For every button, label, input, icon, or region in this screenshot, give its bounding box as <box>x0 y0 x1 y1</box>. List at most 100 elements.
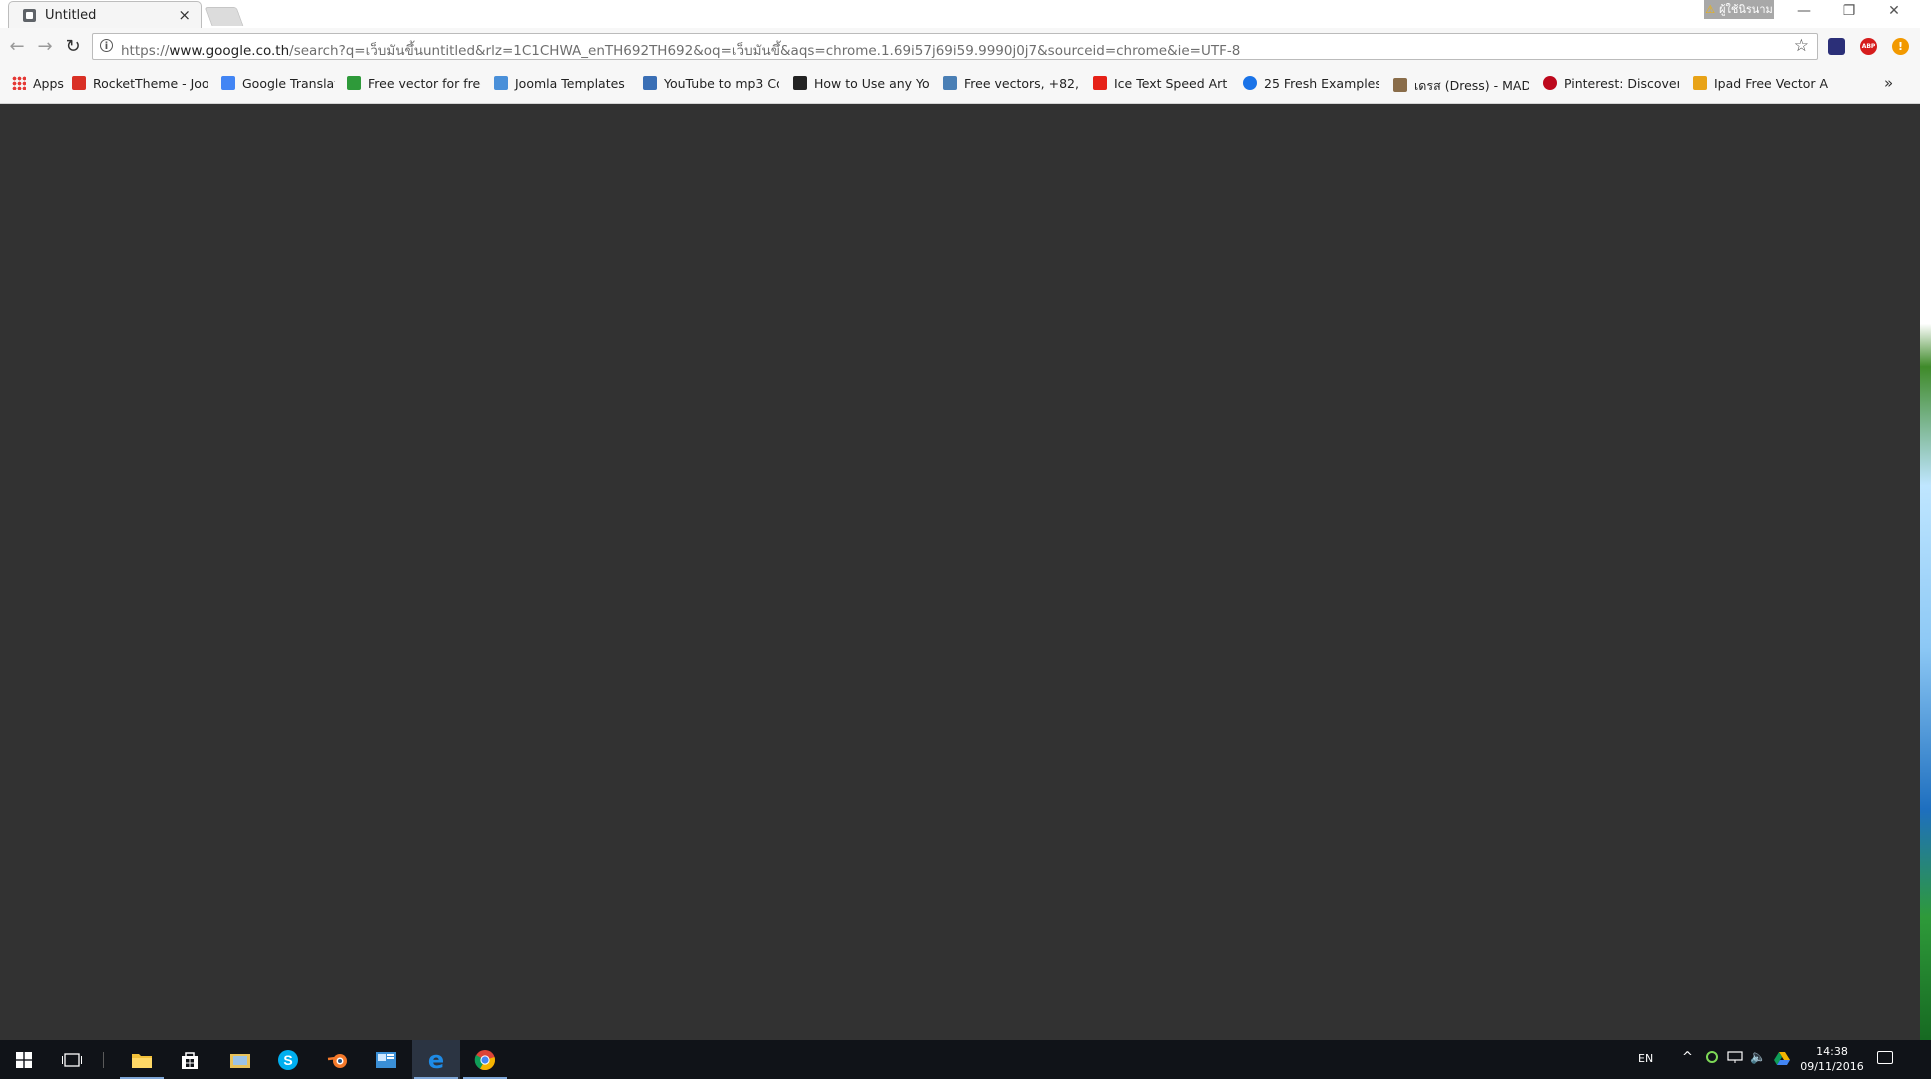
bookmark-item[interactable]: เดรส (Dress) - MADOC <box>1393 76 1529 94</box>
tray-app-icon[interactable] <box>1705 1050 1719 1067</box>
address-bar[interactable]: i https://www.google.co.th/search?q=เว็บ… <box>92 33 1818 60</box>
network-icon[interactable] <box>1727 1051 1743 1067</box>
browser-tab[interactable]: Untitled × <box>8 1 202 28</box>
extension-icon[interactable] <box>1828 38 1845 55</box>
profile-label: ผู้ใช้นิรนาม <box>1719 3 1773 16</box>
taskbar-file-explorer[interactable] <box>118 1040 166 1079</box>
bookmark-item[interactable]: YouTube to mp3 Con <box>643 76 779 94</box>
back-button[interactable]: ← <box>6 36 28 57</box>
bookmark-item[interactable]: Joomla Templates 2.5 <box>494 76 628 94</box>
url-host: www.google.co.th <box>169 43 290 59</box>
folder-icon <box>132 1053 152 1068</box>
google-translate-icon <box>221 76 235 90</box>
network-monitor-icon <box>1727 1051 1743 1063</box>
google-drive-icon[interactable] <box>1774 1051 1790 1068</box>
sync-icon <box>1706 1051 1718 1063</box>
taskbar-skype[interactable]: S <box>264 1040 312 1079</box>
adblock-plus-icon[interactable]: ABP <box>1860 38 1877 55</box>
chrome-icon <box>474 1049 495 1070</box>
warning-icon: ⚠ <box>1705 3 1716 16</box>
clock-time: 14:38 <box>1816 1045 1848 1058</box>
page-favicon-icon <box>23 9 36 22</box>
desktop-wallpaper <box>1920 0 1931 1079</box>
task-view-button[interactable] <box>48 1040 96 1079</box>
taskbar-chrome[interactable] <box>461 1040 509 1079</box>
profile-button[interactable]: ⚠ ผู้ใช้นิรนาม <box>1704 0 1774 19</box>
start-button[interactable] <box>0 1040 48 1079</box>
bookmark-label: Google Translate <box>242 76 335 91</box>
di-icon <box>793 76 807 90</box>
title-bar: Untitled × ⚠ ผู้ใช้นิรนาม — ❐ ✕ <box>0 0 1920 29</box>
forward-button[interactable]: → <box>34 36 56 57</box>
alert-extension-icon[interactable]: ! <box>1892 38 1909 55</box>
drop-icon <box>1243 76 1257 90</box>
bookmark-item[interactable]: Google Translate <box>221 76 335 94</box>
task-view-icon <box>62 1052 82 1067</box>
page-content[interactable] <box>0 104 1920 1040</box>
bookmark-apps[interactable]: Apps <box>12 76 64 94</box>
bookmarks-bar: Apps RocketTheme - Joom Google Translate… <box>0 65 1920 104</box>
action-center-icon[interactable] <box>1877 1051 1893 1064</box>
edge-browser-icon: e <box>428 1046 444 1074</box>
bookmark-item[interactable]: Pinterest: Discover an <box>1543 76 1679 94</box>
close-window-button[interactable]: ✕ <box>1874 3 1914 19</box>
input-language-indicator[interactable]: EN <box>1638 1052 1653 1065</box>
bookmark-label: Free vectors, +82,200 <box>964 76 1079 91</box>
bookmark-item[interactable]: 25 Fresh Examples of <box>1243 76 1379 94</box>
bookmark-item[interactable]: How to Use any YouT <box>793 76 929 94</box>
bookmark-label: How to Use any YouT <box>814 76 929 91</box>
store-bag-icon <box>182 1051 198 1069</box>
svg-text:S: S <box>283 1052 292 1068</box>
bookmark-star-icon[interactable]: ☆ <box>1794 36 1809 56</box>
youtube-mp3-icon <box>643 76 657 90</box>
url-scheme: https:// <box>121 43 170 59</box>
taskbar: S e EN ^ 🔈 14:38 09/11/2016 <box>0 1040 1931 1079</box>
show-hidden-icons-button[interactable]: ^ <box>1682 1050 1693 1065</box>
bookmark-label: Free vector for free d <box>368 76 481 91</box>
taskbar-app[interactable] <box>362 1040 410 1079</box>
bookmark-label: Pinterest: Discover an <box>1564 76 1679 91</box>
tab-title: Untitled <box>45 8 97 23</box>
bookmark-label: 25 Fresh Examples of <box>1264 76 1379 91</box>
bookmark-item[interactable]: Ice Text Speed Art by <box>1093 76 1229 94</box>
taskbar-store[interactable] <box>166 1040 214 1079</box>
blender-icon <box>327 1053 347 1068</box>
taskbar-clock[interactable]: 14:38 09/11/2016 <box>1800 1044 1864 1074</box>
vecteezy-icon <box>1693 76 1707 90</box>
more-bookmarks-button[interactable]: » <box>1884 74 1893 92</box>
bookmark-label: เดรส (Dress) - MADOC <box>1414 78 1529 93</box>
restore-button[interactable]: ❐ <box>1829 3 1869 19</box>
bookmark-item[interactable]: Ipad Free Vector Art - <box>1693 76 1829 94</box>
bookmark-label: Ipad Free Vector Art - <box>1714 76 1829 91</box>
volume-icon[interactable]: 🔈 <box>1750 1050 1766 1065</box>
taskbar-edge[interactable]: e <box>412 1040 460 1079</box>
taskbar-photos[interactable] <box>216 1040 264 1079</box>
computer-app-icon <box>376 1051 396 1068</box>
download-arrow-icon <box>347 76 361 90</box>
apps-grid-icon <box>12 76 26 90</box>
site-info-icon[interactable]: i <box>100 39 113 52</box>
free-vectors-icon <box>943 76 957 90</box>
minimize-button[interactable]: — <box>1784 3 1824 19</box>
taskbar-blender[interactable] <box>314 1040 362 1079</box>
bookmark-label: Apps <box>33 76 64 91</box>
skype-icon: S <box>278 1049 298 1070</box>
bookmark-item[interactable]: Free vector for free d <box>347 76 481 94</box>
bookmark-item[interactable]: RocketTheme - Joom <box>72 76 208 94</box>
rockettheme-icon <box>72 76 86 90</box>
bookmark-label: Joomla Templates 2.5 <box>515 76 628 91</box>
new-tab-button[interactable] <box>204 7 244 26</box>
bookmark-label: RocketTheme - Joom <box>93 76 208 91</box>
browser-toolbar: ← → ↻ i https://www.google.co.th/search?… <box>0 28 1920 65</box>
reload-button[interactable]: ↻ <box>62 36 84 57</box>
photo-folder-icon <box>230 1053 250 1068</box>
bookmark-item[interactable]: Free vectors, +82,200 <box>943 76 1079 94</box>
tab-close-button[interactable]: × <box>178 6 191 24</box>
taskbar-separator <box>103 1052 104 1068</box>
bookmark-label: YouTube to mp3 Con <box>664 76 779 91</box>
url-text[interactable]: https://www.google.co.th/search?q=เว็บมั… <box>121 39 1240 61</box>
url-path: /search?q=เว็บมันขึ้นuntitled&rlz=1C1CHW… <box>289 43 1241 59</box>
windows-logo-icon <box>16 1051 32 1068</box>
youtube-icon <box>1093 76 1107 90</box>
pinterest-icon <box>1543 76 1557 90</box>
